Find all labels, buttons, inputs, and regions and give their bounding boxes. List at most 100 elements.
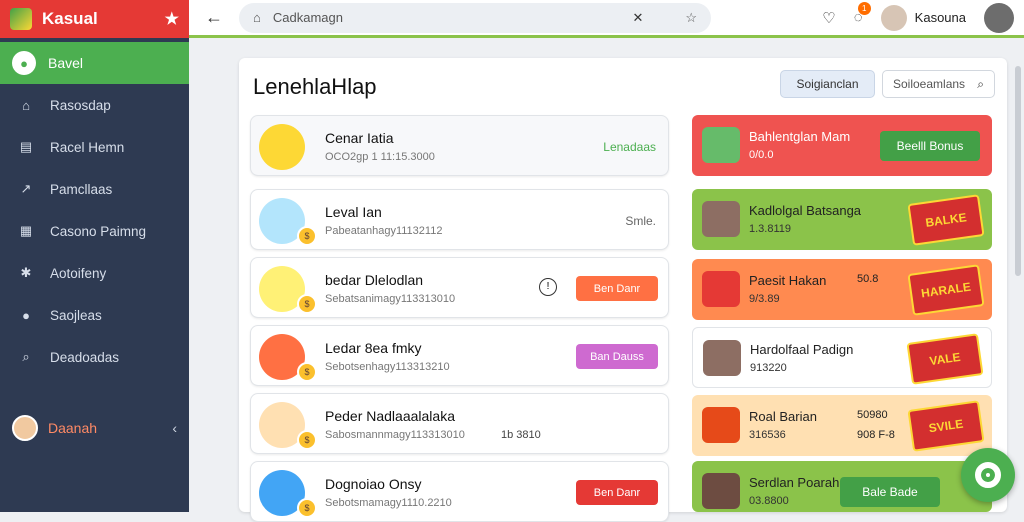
- sidebar: Kasual ★ ● Bavel ⌂ Rasosdap ▤ Racel Hemn ↗…: [0, 0, 189, 512]
- avatar: [259, 124, 305, 170]
- star-icon[interactable]: ★: [165, 9, 179, 29]
- row-action-button[interactable]: Ben Danr: [576, 276, 658, 301]
- reward-extra-2: 908 F-8: [857, 429, 895, 441]
- sidebar-item-label: Racel Hemn: [50, 139, 125, 155]
- grid-icon: ▦: [19, 223, 33, 238]
- sidebar-item[interactable]: ▤ Racel Hemn: [0, 126, 189, 168]
- player-name: Leval Ian: [325, 204, 382, 220]
- sidebar-item[interactable]: ↗ Pamcllaas: [0, 168, 189, 210]
- coin-icon: $: [297, 294, 317, 314]
- reward-sub: 913220: [750, 362, 787, 374]
- leaderboard-row[interactable]: $ Leval Ian Pabeatanhagy11132112 Smle.: [250, 189, 669, 250]
- topbar: ← ⌂ Cadkamagn ✕ ☆ ♡ ◌ 1 Kasouna: [189, 0, 1024, 38]
- reward-sticker: SVILE: [907, 400, 985, 452]
- notification-icon[interactable]: ◌ 1: [854, 2, 871, 26]
- chat-bubble-icon[interactable]: [961, 448, 1015, 502]
- search-input[interactable]: Cadkamagn: [273, 10, 343, 25]
- scrollbar[interactable]: [1015, 66, 1021, 276]
- sidebar-item-label: Bavel: [48, 55, 84, 71]
- sidebar-user-name: Daanah: [48, 420, 98, 436]
- star-outline-icon[interactable]: ☆: [685, 10, 697, 26]
- app-logo-icon: [10, 8, 32, 30]
- coin-icon: $: [297, 430, 317, 450]
- chevron-left-icon[interactable]: ‹: [172, 420, 177, 436]
- search-icon: ⌂: [253, 10, 261, 25]
- sidebar-user[interactable]: Daanah ‹: [0, 408, 189, 448]
- settings-icon: ✱: [20, 265, 32, 280]
- row-action-button[interactable]: Ban Dauss: [576, 344, 658, 369]
- row-status[interactable]: Lenadaas: [603, 140, 656, 154]
- reward-card[interactable]: Roal Barian 316536 50980 908 F-8 SVILE: [692, 395, 992, 456]
- reward-sub: 9/3.89: [749, 293, 780, 305]
- leaderboard-row[interactable]: $ Dognoiao Onsy Sebotsmamagy1110.2210 Be…: [250, 461, 669, 522]
- reward-title: Paesit Hakan: [749, 273, 827, 288]
- chat-icon: ●: [22, 307, 30, 323]
- avatar: [12, 415, 38, 441]
- reward-card[interactable]: Hardolfaal Padign 913220 VALE: [692, 327, 992, 388]
- home-icon: ⌂: [22, 97, 30, 113]
- sidebar-item[interactable]: ● Saojleas: [0, 294, 189, 336]
- sidebar-item-active[interactable]: ● Bavel: [0, 42, 189, 84]
- reward-sticker: BALKE: [907, 194, 985, 246]
- reward-sub: 316536: [749, 429, 786, 441]
- sidebar-nav: ⌂ Rasosdap ▤ Racel Hemn ↗ Pamcllaas ▦ Casono…: [0, 84, 189, 378]
- search-icon: ⌕: [977, 76, 984, 91]
- gift-icon: [702, 271, 740, 307]
- panel-button-primary[interactable]: Soigianclan: [780, 70, 875, 98]
- reward-title: Bahlentglan Mam: [749, 129, 851, 144]
- player-stats: Sebatsanimagy113313010: [325, 293, 456, 305]
- leaderboard-row[interactable]: $ Ledar 8ea fmky Sebotsenhagy113313210 B…: [250, 325, 669, 386]
- search-icon: ⌕: [22, 349, 30, 364]
- player-name: Dognoiao Onsy: [325, 476, 422, 492]
- avatar[interactable]: [880, 4, 907, 31]
- reward-card[interactable]: Serdlan Poarah 03.8800 Bale Bade: [692, 461, 992, 512]
- reward-title: Hardolfaal Padign: [750, 342, 854, 357]
- sidebar-item-label: Rasosdap: [50, 97, 111, 113]
- row-action-button[interactable]: Ben Danr: [576, 480, 658, 505]
- profile-avatar[interactable]: [984, 2, 1014, 33]
- sidebar-item-label: Casono Paimng: [50, 223, 147, 239]
- player-stats: Sebotsenhagy113313210: [325, 361, 450, 373]
- reward-card[interactable]: Bahlentglan Mam 0/0.0 Beelll Bonus: [692, 115, 992, 176]
- reward-sub: 0/0.0: [749, 149, 774, 161]
- chart-icon: ↗: [20, 181, 32, 196]
- ball-icon: ●: [12, 51, 36, 75]
- reward-button[interactable]: Beelll Bonus: [880, 131, 980, 161]
- reward-button[interactable]: Bale Bade: [840, 477, 940, 507]
- fab-inner: [975, 462, 1001, 488]
- chest-icon: [702, 473, 740, 509]
- sidebar-item[interactable]: ▦ Casono Paimng: [0, 210, 189, 252]
- player-stats: OCO2gp 1 11:15.3000: [325, 151, 435, 163]
- reward-card[interactable]: Paesit Hakan 9/3.89 50.8 HARALE: [692, 259, 992, 320]
- player-name: Peder Nadlaaalalaka: [325, 408, 455, 424]
- list-icon: ▤: [19, 139, 33, 154]
- leaderboard-row[interactable]: $ bedar Dlelodlan Sebatsanimagy113313010…: [250, 257, 669, 318]
- reward-extra: 50980: [857, 409, 888, 421]
- player-name: Ledar 8ea fmky: [325, 340, 422, 356]
- player-stats: Sabosmannmagy113313010: [325, 429, 465, 441]
- reward-sticker: VALE: [906, 333, 984, 385]
- reward-icon: [702, 127, 740, 163]
- sidebar-item[interactable]: ⌂ Rasosdap: [0, 84, 189, 126]
- gift-icon: [702, 407, 740, 443]
- sidebar-item[interactable]: ✱ Aotoifeny: [0, 252, 189, 294]
- topbar-actions: ♡ ◌ 1 Kasouna: [822, 2, 1014, 33]
- user-name[interactable]: Kasouna: [915, 10, 966, 25]
- reward-sub: 03.8800: [749, 495, 789, 507]
- reward-sticker: HARALE: [907, 264, 985, 316]
- reward-card[interactable]: Kadlolgal Batsanga 1.3.8119 BALKE: [692, 189, 992, 250]
- leaderboard-row[interactable]: Cenar Iatia OCO2gp 1 11:15.3000 Lenadaas: [250, 115, 669, 176]
- close-icon[interactable]: ✕: [632, 10, 643, 26]
- app-brand[interactable]: Kasual ★: [0, 0, 189, 38]
- item-icon: [703, 340, 741, 376]
- row-status: Smle.: [625, 214, 656, 228]
- shield-icon[interactable]: ♡: [822, 9, 835, 27]
- leaderboard-row[interactable]: $ Peder Nadlaaalalaka Sabosmannmagy11331…: [250, 393, 669, 454]
- notification-badge: 1: [857, 2, 871, 15]
- panel-search-button[interactable]: Soiloeamlans ⌕: [882, 70, 995, 98]
- sidebar-item[interactable]: ⌕ Deadoadas: [0, 336, 189, 378]
- info-icon[interactable]: !: [539, 278, 557, 296]
- search-bar[interactable]: ⌂ Cadkamagn ✕ ☆: [239, 2, 711, 33]
- back-arrow-icon[interactable]: ←: [205, 7, 223, 28]
- app-title: Kasual: [42, 9, 98, 28]
